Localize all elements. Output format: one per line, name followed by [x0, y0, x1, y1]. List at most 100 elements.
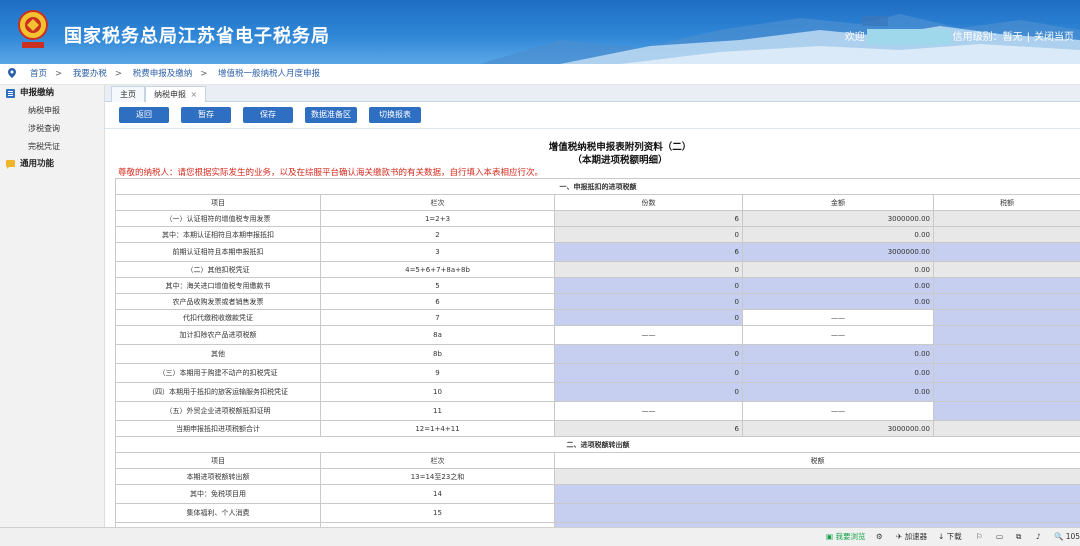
count-cell: 0 — [555, 227, 743, 243]
table-row: 代扣代缴税收缴款凭证70—— — [116, 310, 1080, 326]
speaker-icon[interactable]: ♪ — [1036, 528, 1041, 546]
breadcrumb-tax-service[interactable]: 我要办税 — [73, 69, 107, 79]
header-user-area: 欢迎信用级别：暂无|关闭当页 — [845, 28, 1074, 45]
input-tax-table: 一、申报抵扣的进项税额项目栏次份数金额税额（一）认证相符的增值税专用发票1=2+… — [115, 178, 1080, 542]
download-button[interactable]: ↓ 下载 — [938, 528, 962, 546]
column-header: 栏次 — [321, 195, 555, 211]
count-cell[interactable]: 0 — [555, 294, 743, 310]
amount-cell[interactable]: 0.00 — [743, 278, 934, 294]
section-title: 一、申报抵扣的进项税额 — [116, 179, 1080, 195]
tax-cell[interactable] — [934, 278, 1080, 294]
count-cell[interactable]: 0 — [555, 310, 743, 326]
location-pin-icon — [8, 68, 16, 78]
column-header: 税额 — [555, 453, 1080, 469]
table-row: 其中：免税项目用14 — [116, 485, 1080, 504]
table-row: 当期申报抵扣进项税额合计12=1+4+1163000000.00 — [116, 421, 1080, 437]
table-row: （四）本期用于抵扣的旅客运输服务扣税凭证1000.00 — [116, 383, 1080, 402]
column-header: 份数 — [555, 195, 743, 211]
settings-icon[interactable]: ⚙ — [876, 528, 883, 546]
tax-cell[interactable] — [934, 243, 1080, 262]
count-cell[interactable]: 6 — [555, 243, 743, 262]
sidebar-item-tax-receipt[interactable]: 完税凭证 — [0, 138, 104, 156]
line-cell: 13=14至23之和 — [321, 469, 555, 485]
table-row: （二）其他扣税凭证4=5+6+7+8a+8b00.00 — [116, 262, 1080, 278]
table-row: 本期进项税额转出额13=14至23之和 — [116, 469, 1080, 485]
sidebar-section-label: 通用功能 — [20, 159, 54, 169]
table-row: 农产品收购发票或者销售发票600.00 — [116, 294, 1080, 310]
tax-cell[interactable] — [934, 310, 1080, 326]
table-row: 加计扣除农产品进项税额8a———— — [116, 326, 1080, 345]
sidebar-item-tax-filing[interactable]: 纳税申报 — [0, 102, 104, 120]
tab-home[interactable]: 主页 — [111, 86, 145, 102]
tax-out-cell — [555, 469, 1080, 485]
amount-cell[interactable]: 0.00 — [743, 383, 934, 402]
sidebar-section-filing[interactable]: 申报缴纳 — [0, 85, 104, 102]
close-page-link[interactable]: 关闭当页 — [1034, 32, 1074, 43]
line-cell: 8a — [321, 326, 555, 345]
site-title: 国家税务总局江苏省电子税务局 — [64, 22, 330, 48]
tax-cell — [934, 227, 1080, 243]
item-cell: 其中：海关进口增值税专用缴款书 — [116, 278, 321, 294]
flag-icon[interactable]: ⚐ — [976, 528, 983, 546]
item-cell: 农产品收购发票或者销售发票 — [116, 294, 321, 310]
count-cell[interactable]: 0 — [555, 383, 743, 402]
amount-cell[interactable]: 0.00 — [743, 364, 934, 383]
sidebar-item-tax-query[interactable]: 涉税查询 — [0, 120, 104, 138]
back-button[interactable]: 返回 — [119, 107, 169, 123]
item-cell: 加计扣除农产品进项税额 — [116, 326, 321, 345]
tab-bar: 主页 纳税申报 × — [105, 85, 1080, 102]
amount-cell[interactable]: 0.00 — [743, 294, 934, 310]
item-cell: 当期申报抵扣进项税额合计 — [116, 421, 321, 437]
header-row: 项目栏次税额 — [116, 453, 1080, 469]
table-row: 前期认证相符且本期申报抵扣363000000.00 — [116, 243, 1080, 262]
restore-icon[interactable]: ⧉ — [1016, 528, 1021, 546]
accelerator-button[interactable]: ✈ 加速器 — [896, 528, 927, 546]
item-cell: 前期认证相符且本期申报抵扣 — [116, 243, 321, 262]
tax-cell[interactable] — [934, 383, 1080, 402]
item-cell: （四）本期用于抵扣的旅客运输服务扣税凭证 — [116, 383, 321, 402]
amount-cell: —— — [743, 326, 934, 345]
table-row: （三）本期用于购建不动产的扣税凭证900.00 — [116, 364, 1080, 383]
sidebar-section-common[interactable]: 通用功能 — [0, 156, 104, 173]
section-row: 一、申报抵扣的进项税额 — [116, 179, 1080, 195]
tax-cell[interactable] — [934, 345, 1080, 364]
download-label: 下载 — [947, 532, 962, 541]
window-icon[interactable]: ▭ — [996, 528, 1003, 546]
breadcrumb-tax-filing[interactable]: 税费申报及缴纳 — [133, 69, 193, 79]
form-title: 增值税纳税申报表附列资料（二） — [500, 139, 740, 153]
amount-cell[interactable]: 3000000.00 — [743, 243, 934, 262]
temp-save-button[interactable]: 暂存 — [181, 107, 231, 123]
tax-out-cell[interactable] — [555, 504, 1080, 523]
tab-tax-filing[interactable]: 纳税申报 × — [145, 86, 206, 102]
chat-icon — [6, 160, 15, 169]
count-cell[interactable]: 0 — [555, 345, 743, 364]
item-cell: 其他 — [116, 345, 321, 364]
item-cell: 本期进项税额转出额 — [116, 469, 321, 485]
save-button[interactable]: 保存 — [243, 107, 293, 123]
amount-cell[interactable]: 0.00 — [743, 345, 934, 364]
tax-cell[interactable] — [934, 294, 1080, 310]
tax-cell[interactable] — [934, 326, 1080, 345]
table-row: 集体福利、个人消费15 — [116, 504, 1080, 523]
count-cell[interactable]: 0 — [555, 278, 743, 294]
switch-report-button[interactable]: 切换报表 — [369, 107, 421, 123]
zoom-button[interactable]: 🔍 105% — [1054, 528, 1080, 546]
amount-cell: 3000000.00 — [743, 211, 934, 227]
browse-button[interactable]: ▣ 我要浏览 — [826, 528, 865, 546]
line-cell: 4=5+6+7+8a+8b — [321, 262, 555, 278]
tab-close-icon[interactable]: × — [191, 90, 198, 99]
tax-out-cell[interactable] — [555, 485, 1080, 504]
table-row: 其他8b00.00 — [116, 345, 1080, 364]
tax-cell — [934, 421, 1080, 437]
tax-cell[interactable] — [934, 364, 1080, 383]
breadcrumb-home[interactable]: 首页 — [30, 69, 47, 79]
zoom-level: 105% — [1066, 532, 1080, 541]
count-cell[interactable]: 0 — [555, 364, 743, 383]
column-header: 项目 — [116, 195, 321, 211]
tax-cell[interactable] — [934, 402, 1080, 421]
count-cell: 6 — [555, 421, 743, 437]
welcome-label: 欢迎 — [845, 32, 865, 43]
line-cell: 7 — [321, 310, 555, 326]
tax-cell — [934, 211, 1080, 227]
data-prep-button[interactable]: 数据准备区 — [305, 107, 357, 123]
